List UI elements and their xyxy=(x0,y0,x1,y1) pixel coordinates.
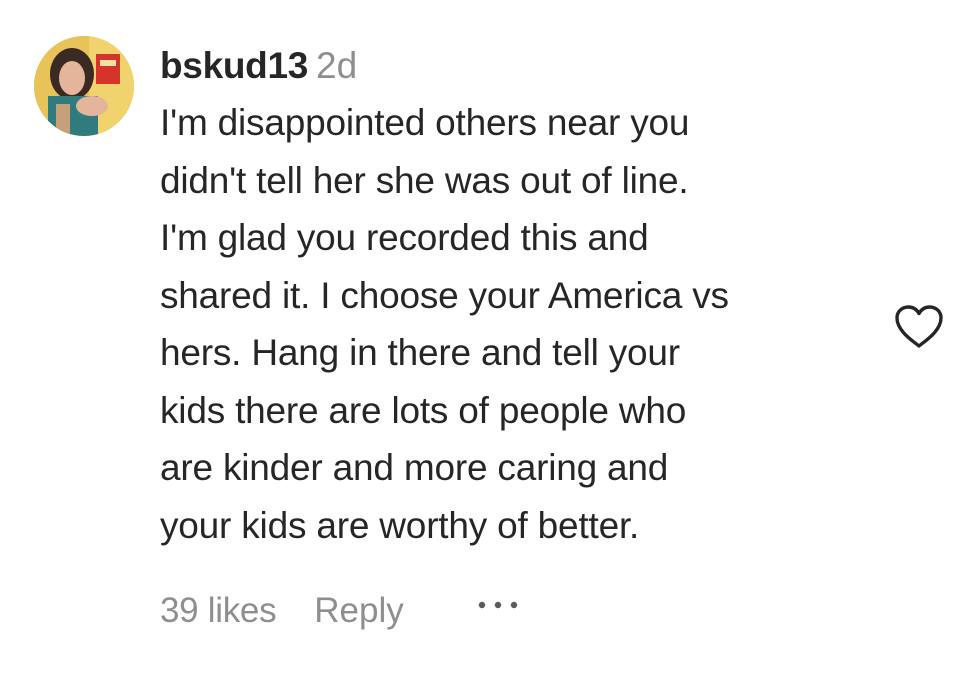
comment-text-line: are kinder and more caring and xyxy=(160,447,669,488)
comment-text: I'm disappointed others near you didn't … xyxy=(160,94,870,554)
comment-text-line: I'm disappointed others near you xyxy=(160,102,690,143)
comment-actions: 39 likes Reply xyxy=(160,588,524,634)
comment-timestamp[interactable]: 2d xyxy=(316,45,357,86)
comment-text-line: I'm glad you recorded this and xyxy=(160,217,649,258)
reply-button[interactable]: Reply xyxy=(314,588,403,634)
comment-header: bskud13 2d xyxy=(160,38,870,94)
comment: bskud13 2d I'm disappointed others near y… xyxy=(0,0,980,677)
comment-text-line: kids there are lots of people who xyxy=(160,389,687,431)
comment-text-line: shared it. I choose your America vs xyxy=(160,274,729,316)
likes-count[interactable]: 39 likes xyxy=(160,588,277,634)
heart-outline-icon[interactable] xyxy=(893,304,945,350)
comment-body: bskud13 2d I'm disappointed others near y… xyxy=(160,38,870,554)
comment-text-line: didn't tell her she was out of line. xyxy=(160,159,689,201)
username-link[interactable]: bskud13 xyxy=(160,45,308,86)
more-dots-icon[interactable] xyxy=(474,588,524,646)
comment-text-line: hers. Hang in there and tell your xyxy=(160,332,680,373)
avatar-image xyxy=(34,36,134,136)
avatar[interactable] xyxy=(34,36,134,136)
comment-text-line: your kids are worthy of better. xyxy=(160,504,640,546)
